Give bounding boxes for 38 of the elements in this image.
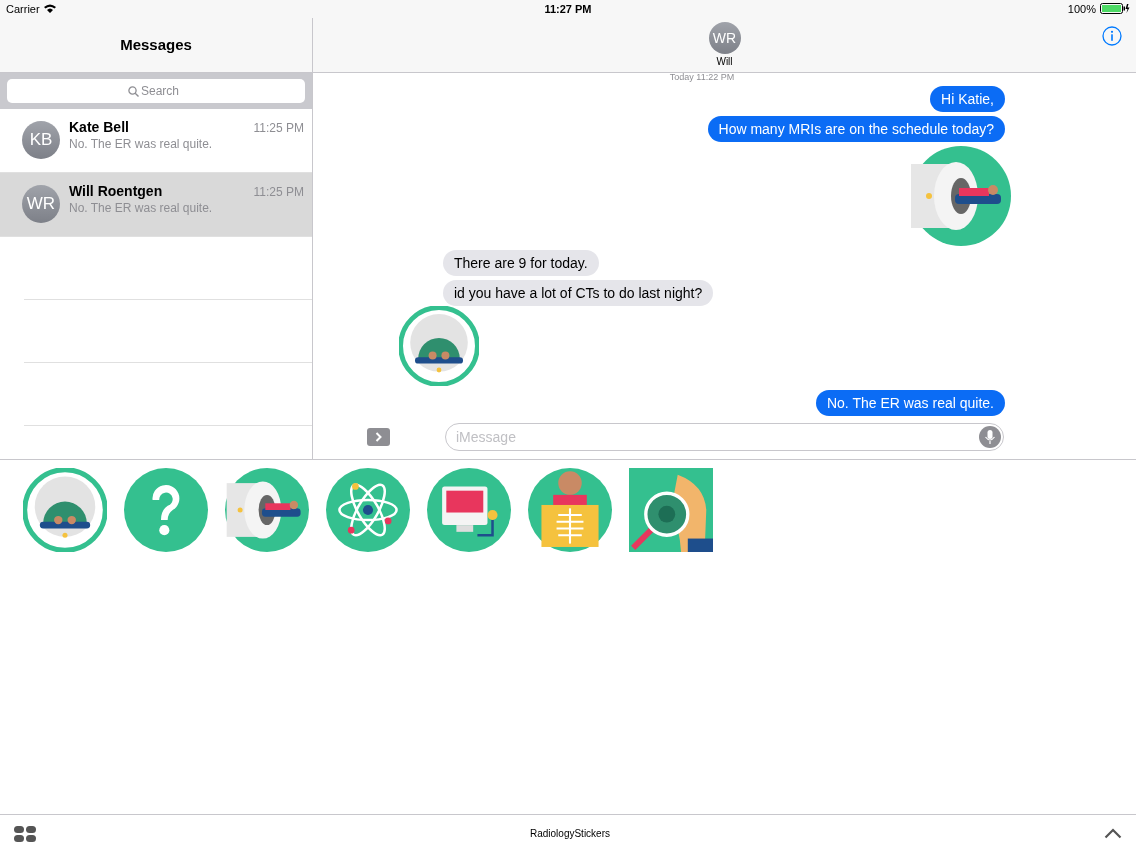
message-time: 11:25 PM [253,185,304,200]
sticker-button[interactable] [23,468,107,553]
message-preview: No. The ER was real quite. [69,137,214,152]
battery-percent: 100% [1067,3,1096,15]
sticker-button[interactable] [225,468,309,553]
info-icon[interactable] [1102,26,1122,46]
microphone-icon[interactable] [979,426,1001,449]
sticker-button[interactable] [629,468,713,553]
message-preview: No. The ER was real quite. [69,201,214,216]
message-bubble: id you have a lot of CTs to do last night? [443,280,714,306]
sidebar-title: Messages [120,36,192,54]
expand-chevron-icon[interactable] [367,428,390,447]
app-grid-icon[interactable] [14,825,36,842]
message-bubble: There are 9 for today. [443,250,599,276]
wifi-icon [43,4,56,14]
battery-icon [1100,3,1130,15]
contact-avatar: WR [22,185,60,224]
chevron-up-icon[interactable] [1104,828,1122,839]
contact-name: Will Roentgen [69,183,163,200]
message-bubble: How many MRIs are on the schedule today? [707,116,1005,142]
message-input-field[interactable]: iMessage [445,423,1004,452]
message-bubble: Hi Katie, [930,86,1005,112]
contact-avatar: KB [22,121,60,160]
search-field[interactable]: Search [7,79,305,103]
message-time: 11:25 PM [253,121,304,136]
carrier-name: Carrier [6,3,40,15]
conversation-item[interactable]: KB Kate Bell 11:25 PM No. The ER was real quite. [0,109,312,173]
app-name: RadiologyStickers [529,828,610,839]
search-icon [128,86,139,97]
sticker-button[interactable] [427,468,511,553]
sticker-button[interactable] [528,468,612,553]
sticker-button[interactable] [326,468,410,553]
contact-name: Kate Bell [69,119,129,136]
message-bubble: No. The ER was real quite. [815,390,1005,416]
conversation-item[interactable]: WR Will Roentgen 11:25 PM No. The ER was real quite. [0,173,312,237]
message-timestamp: Today 11:22 PM [669,72,735,82]
clock-time: 11:27 PM [544,3,592,15]
contact-name: Will [716,56,733,68]
